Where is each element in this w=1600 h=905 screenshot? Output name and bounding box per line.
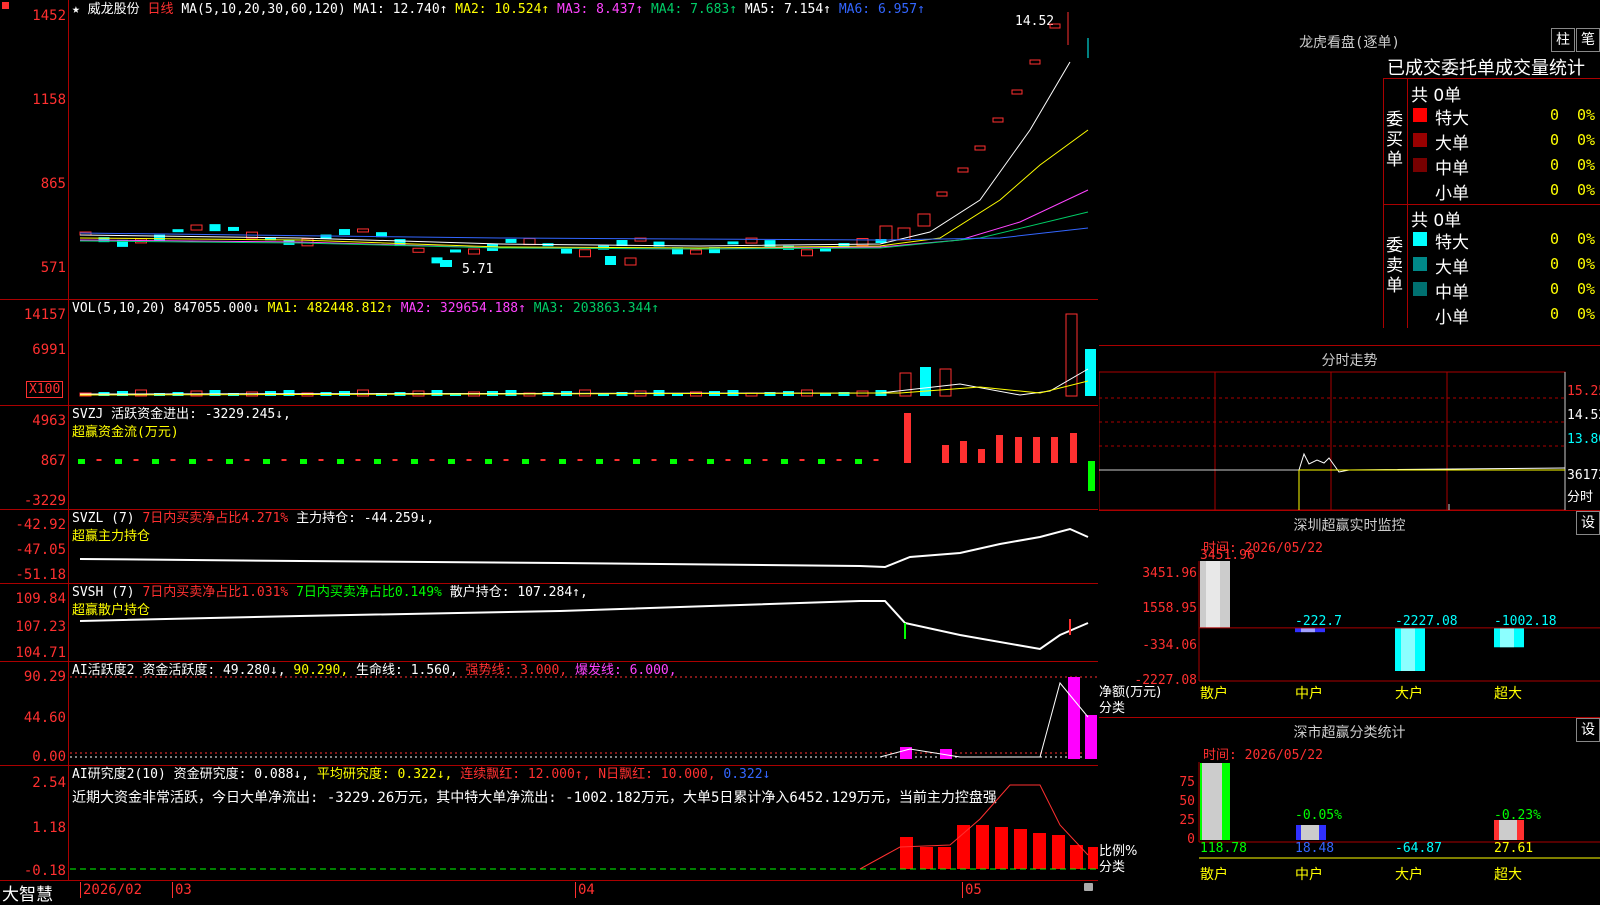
buy-row-pct: 0% [1577,181,1596,199]
brand-label: 大智慧 [2,885,53,905]
sz-monitor-panel[interactable]: 深圳超赢实时监控 设 时间: 2026/05/22 3451.96 1558.9… [1099,511,1600,718]
svsh-chart [79,600,1089,651]
buy-color-swatch [1413,158,1427,172]
svzl-chart [79,527,1089,569]
intraday-price: 14.52 [1567,408,1600,423]
net-amount-label: -2227.08 [1395,614,1458,629]
buy-color-swatch [1413,108,1427,122]
buy-row-count: 0 [1549,131,1559,149]
category-name: 散户 [1200,867,1228,883]
sell-row-count: 0 [1549,230,1559,248]
buy-row-pct: 0% [1577,156,1596,174]
net-amount-bar-highlight [1500,627,1514,648]
price-pane[interactable]: 1452 1158 865 571 ★ 威龙股份 日线 MA(5,10,20,3… [0,0,1098,300]
intraday-label: 分时 [1567,490,1594,505]
sell-color-swatch [1413,232,1427,246]
net-amount-label: -1002.18 [1494,614,1557,629]
sell-row-count: 0 [1549,280,1559,298]
sell-row-count: 0 [1549,255,1559,273]
sell-row-pct: 0% [1577,255,1596,273]
buy-row-count: 0 [1549,156,1559,174]
sell-row-pct: 0% [1577,230,1596,248]
ai-activity-chart [70,676,1098,759]
intraday-chart [1099,371,1566,510]
tick-mode-button[interactable]: 笔 [1576,28,1600,52]
ma-line-magenta [79,189,1089,250]
volume-chart [79,313,1096,397]
category-name: 中户 [1295,686,1323,702]
svzj-chart [78,413,1095,491]
sell-row-count: 0 [1549,305,1559,323]
net-amount-bar-highlight [1206,561,1220,628]
intraday-volume: 36172 [1567,468,1600,483]
lhb-title: 龙虎看盘(逐单) [1299,35,1400,51]
sell-row-name: 大单 [1435,258,1469,278]
ai-research-chart [70,784,1098,870]
buy-total: 共 0单 [1411,86,1462,106]
date-tick: 03 [172,882,192,898]
intraday-panel[interactable]: 分时走势 15.25 14.52 13.80 36172 分时 [1099,346,1600,511]
net-amount-label: 3451.96 [1200,548,1255,563]
buy-row-name: 小单 [1435,184,1469,204]
net-amount-label: -222.7 [1295,614,1342,629]
bar-mode-button[interactable]: 柱 [1551,28,1575,52]
date-axis[interactable]: 大智慧 2026/02 03 04 05 [0,880,1098,905]
date-tick: 05 [962,882,982,898]
category-name: 大户 [1395,867,1423,883]
buy-row-count: 0 [1549,181,1559,199]
category-name: 大户 [1395,686,1423,702]
ratio-label-value: -0.23% [1494,808,1541,823]
category-name: 散户 [1200,686,1228,702]
svzj-pane[interactable]: 4963 867 -3229 SVZJ 活跃资金进出: -3229.245↓, … [0,405,1098,510]
sell-row-name: 中单 [1435,283,1469,303]
amount-value: 118.78 [1200,841,1247,856]
category-name: 中户 [1295,867,1323,883]
category-name: 超大 [1494,686,1522,702]
category-name: 超大 [1494,867,1522,883]
sz-class-panel[interactable]: 深市超赢分类统计 设 时间: 2026/05/22 75 50 25 0 比例%… [1099,718,1600,900]
sell-color-swatch [1413,282,1427,296]
buy-row-name: 特大 [1435,109,1469,129]
intraday-price: 13.80 [1567,432,1600,447]
buy-row-pct: 0% [1577,131,1596,149]
lhb-header: 已成交委托单成交量统计 [1387,58,1585,79]
buy-row-name: 大单 [1435,134,1469,154]
amount-value: 27.61 [1494,841,1534,856]
sell-row-name: 小单 [1435,308,1469,328]
volume-pane[interactable]: 14157 6991 X100 VOL(5,10,20) 847055.000↓… [0,299,1098,406]
buy-side-label: 委买单 [1386,110,1403,170]
ma-line-white [79,61,1071,247]
lock-icon[interactable] [1084,883,1093,891]
buy-color-swatch [1413,133,1427,147]
ai-research-pane[interactable]: 2.54 1.18 -0.18 AI研究度2(10) 资金研究度: 0.088↓… [0,765,1098,881]
price-chart [79,12,1089,267]
amount-value: 18.48 [1295,841,1335,856]
sell-side-label: 委卖单 [1386,236,1403,296]
sell-row-pct: 0% [1577,305,1596,323]
buy-row-count: 0 [1549,106,1559,124]
date-tick: 04 [575,882,595,898]
buy-row-pct: 0% [1577,106,1596,124]
ai-activity-pane[interactable]: 90.29 44.60 0.00 AI活跃度2 资金活跃度: 49.280↓, … [0,661,1098,766]
lhb-panel: 龙虎看盘(逐单) 柱 笔 已成交委托单成交量统计 委买单 委卖单 共 0单 共 … [1099,0,1600,346]
sz-monitor-chart: 3451.96 -222.7 -2227.08 -1002.18 [1198,548,1600,682]
sell-row-pct: 0% [1577,280,1596,298]
ratio-label-value: -0.05% [1295,808,1342,823]
sell-color-swatch [1413,257,1427,271]
date-tick: 2026/02 [80,882,142,898]
svsh-pane[interactable]: 109.84 107.23 104.71 SVSH (7) 7日内买卖净占比1.… [0,583,1098,662]
svzl-pane[interactable]: -42.92 -47.05 -51.18 SVZL (7) 7日内买卖净占比4.… [0,509,1098,584]
buy-row-name: 中单 [1435,159,1469,179]
net-amount-bar-highlight [1401,627,1415,671]
amount-value: -64.87 [1395,841,1442,856]
intraday-price: 15.25 [1567,384,1600,399]
sell-row-name: 特大 [1435,233,1469,253]
